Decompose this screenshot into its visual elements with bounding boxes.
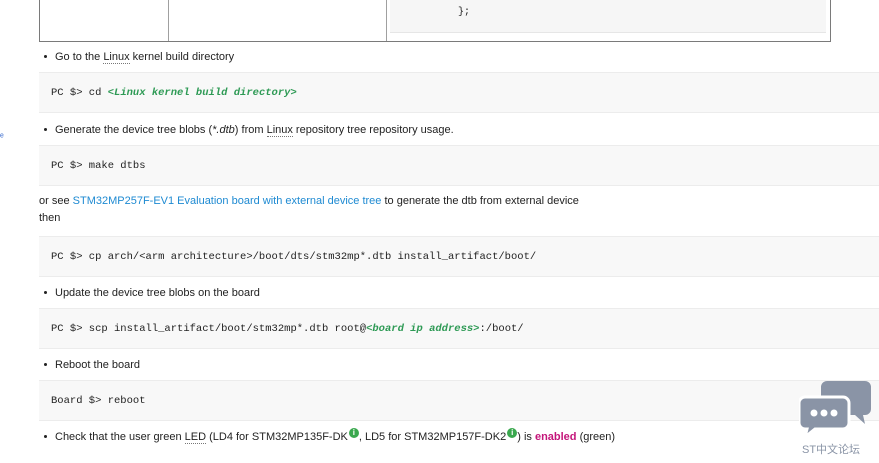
step-generate-dtb: Generate the device tree blobs (*.dtb) f… xyxy=(44,123,454,137)
step-text: to generate the dtb from external device xyxy=(381,195,579,207)
step-text: repository tree repository usage. xyxy=(292,124,454,136)
table-cell xyxy=(40,0,169,41)
step-text: Check that the user green xyxy=(55,431,185,443)
step-text: or see xyxy=(39,195,73,207)
code-tail: }; xyxy=(458,7,471,18)
step-text: , LD5 for STM32MP157F-DK2 xyxy=(358,431,507,443)
then-text: then xyxy=(39,212,61,224)
code-placeholder: <board ip address> xyxy=(366,323,480,335)
linux-abbr[interactable]: Linux xyxy=(266,124,293,137)
code-block-cd: PC $> cd <Linux kernel build directory> xyxy=(39,72,879,113)
step-text: Update the device tree blobs on the boar… xyxy=(55,287,260,299)
or-see-text: or see STM32MP257F-EV1 Evaluation board … xyxy=(39,195,579,207)
dtb-ext: *.dtb xyxy=(212,124,235,136)
linux-abbr[interactable]: Linux xyxy=(103,51,130,64)
bullet-dot xyxy=(44,434,47,438)
step-reboot: Reboot the board xyxy=(44,358,140,372)
code-block-cp: PC $> cp arch/<arm architecture>/boot/dt… xyxy=(39,236,879,277)
step-go-to-kernel-dir: Go to the Linux kernel build directory xyxy=(44,50,234,64)
step-text: (LD4 for STM32MP135F-DK xyxy=(206,431,348,443)
chat-widget-label[interactable]: ST中文论坛 xyxy=(802,441,860,457)
code-text: PC $> cd xyxy=(51,87,108,99)
step-text: ) from xyxy=(234,124,267,136)
step-update-dtb: Update the device tree blobs on the boar… xyxy=(44,286,260,300)
code-text: PC $> scp install_artifact/boot/stm32mp*… xyxy=(51,323,367,335)
step-text: Reboot the board xyxy=(55,359,141,371)
step-text: Generate the device tree blobs ( xyxy=(55,124,213,136)
code-placeholder: <Linux kernel build directory> xyxy=(107,87,297,99)
bullet-dot xyxy=(44,362,47,366)
code-text: :/boot/ xyxy=(479,323,524,335)
ev1-external-dt-link[interactable]: STM32MP257F-EV1 Evaluation board with ex… xyxy=(73,195,382,207)
step-check-led: Check that the user green LED (LD4 for S… xyxy=(44,428,616,444)
bullet-dot xyxy=(44,54,47,58)
code-block-make: PC $> make dtbs xyxy=(39,145,879,186)
step-text: ) is xyxy=(517,431,535,443)
previous-table-bottom: }; xyxy=(39,0,831,42)
enabled-status: enabled xyxy=(534,431,577,443)
step-text: (green) xyxy=(576,431,616,443)
info-icon[interactable]: i xyxy=(507,428,518,438)
step-text: Go to the xyxy=(55,51,104,63)
table-code-cell: }; xyxy=(390,0,826,33)
bullet-dot xyxy=(44,290,47,294)
info-icon[interactable]: i xyxy=(348,428,359,438)
code-block-scp: PC $> scp install_artifact/boot/stm32mp*… xyxy=(39,308,879,349)
step-text: kernel build directory xyxy=(129,51,235,63)
led-abbr[interactable]: LED xyxy=(184,431,207,444)
code-block-reboot: Board $> reboot xyxy=(39,380,879,421)
chat-bubbles-icon[interactable] xyxy=(797,379,873,441)
left-edge-marker: ᵉ xyxy=(0,132,4,143)
bullet-dot xyxy=(44,127,47,131)
table-cell xyxy=(169,0,387,41)
